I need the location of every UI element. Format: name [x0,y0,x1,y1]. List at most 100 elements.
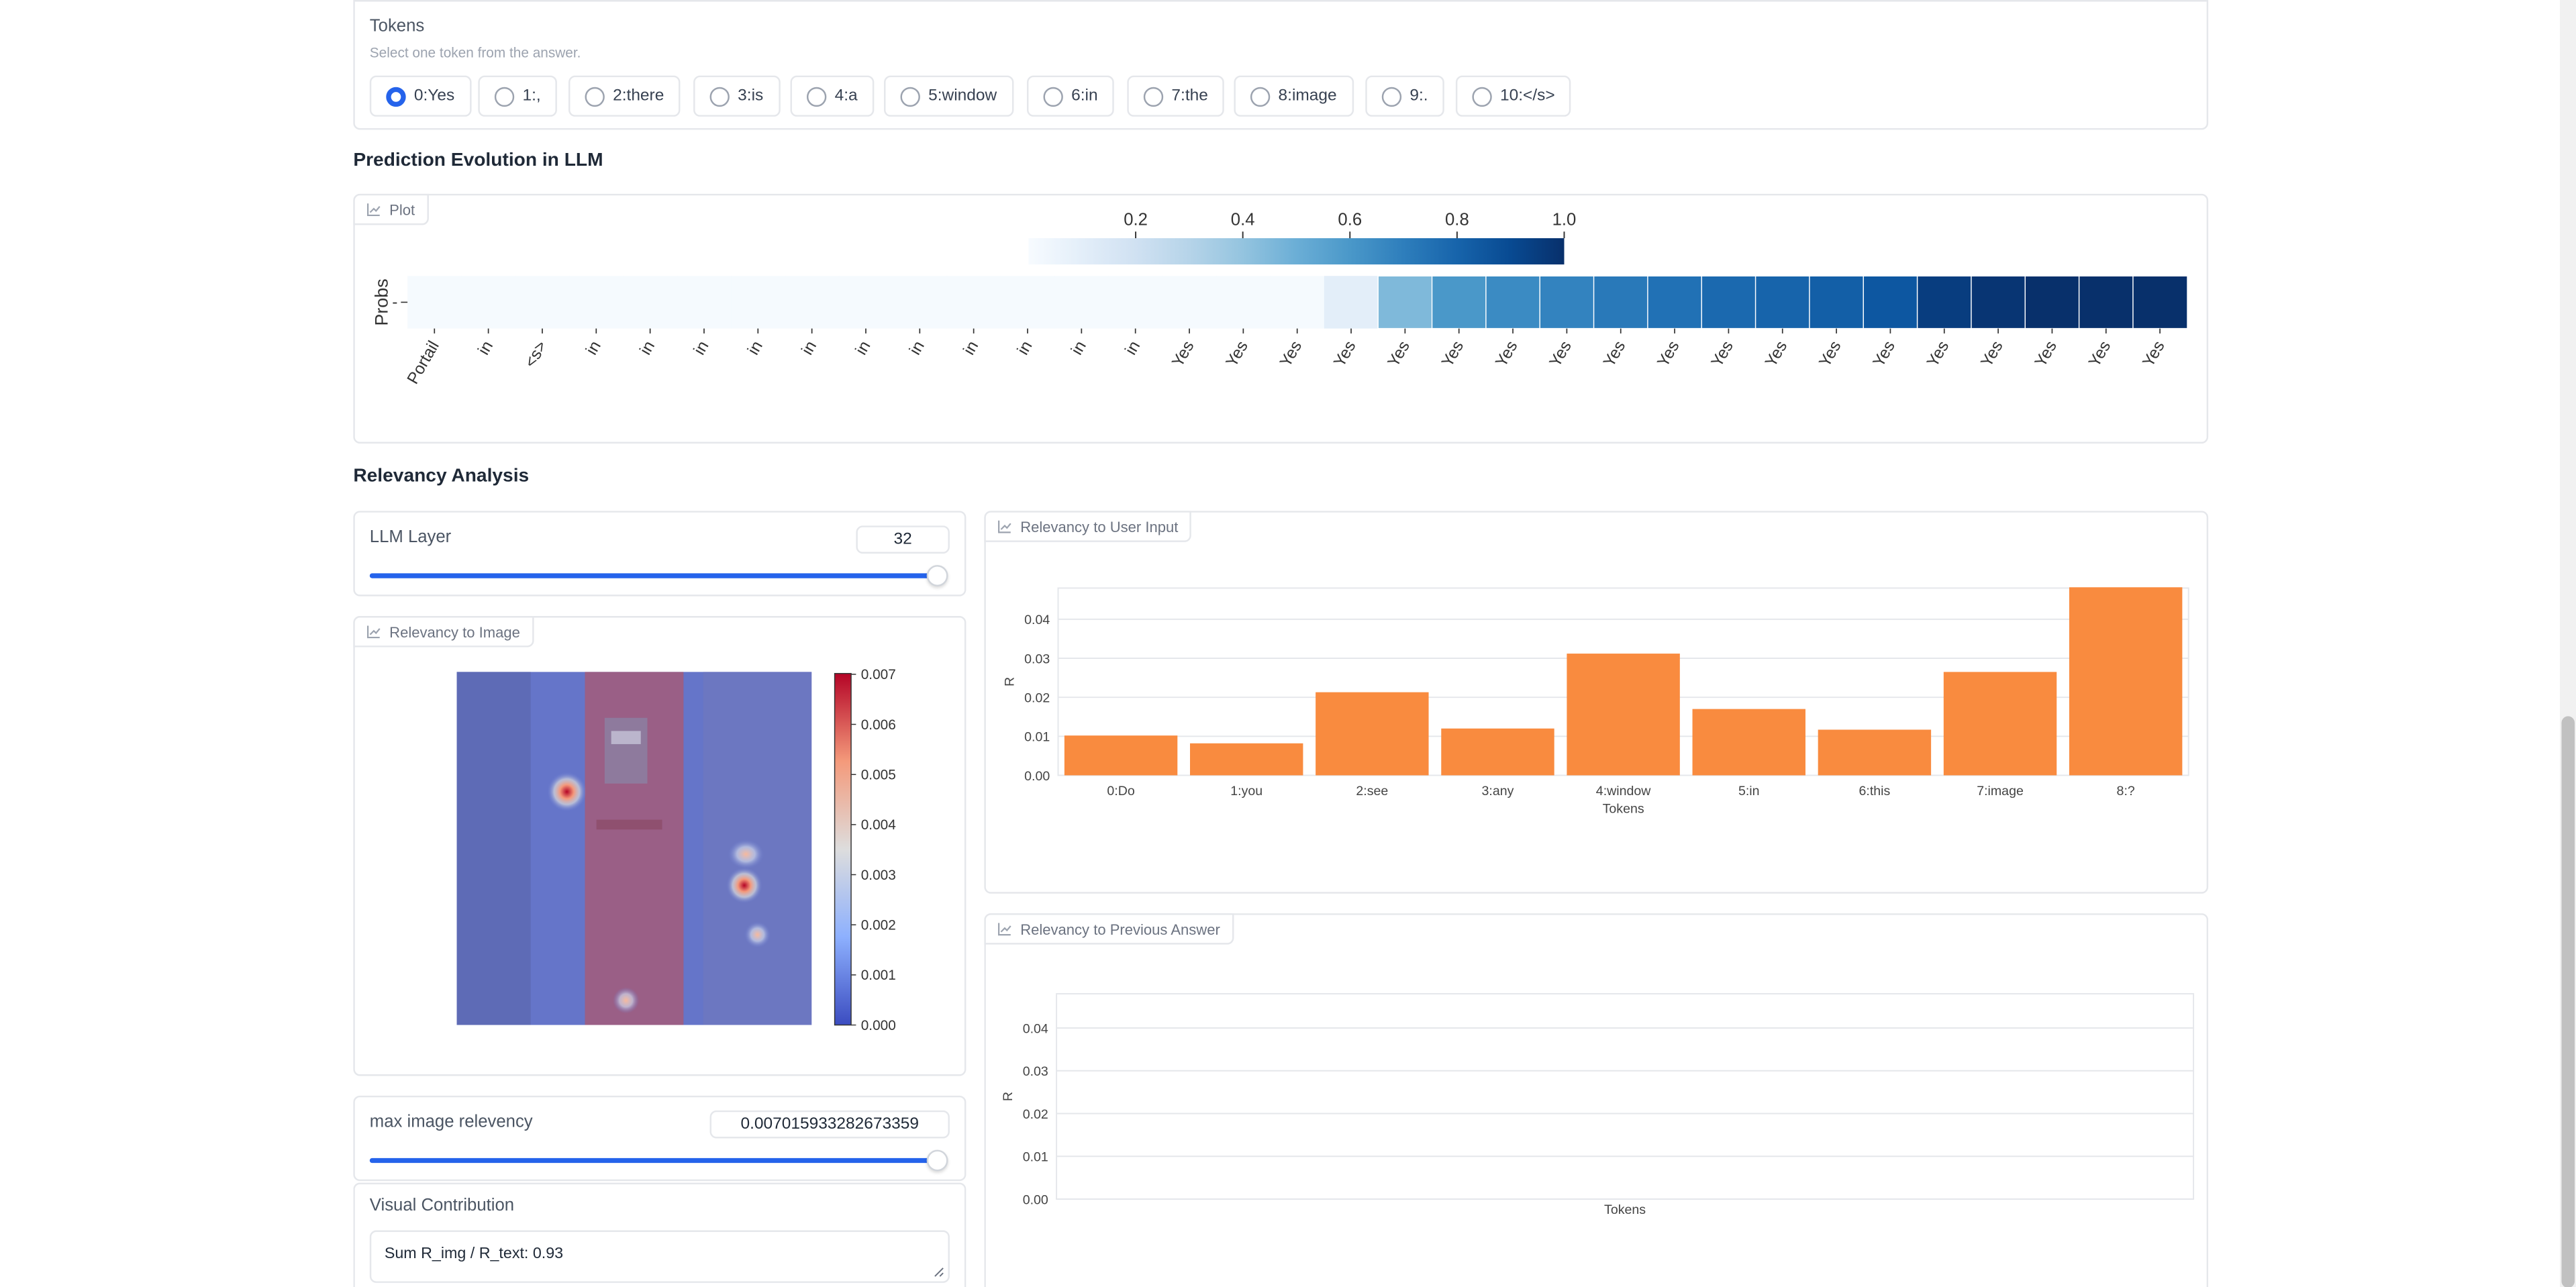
chart-icon [367,625,381,639]
resize-handle-icon[interactable] [933,1266,944,1278]
heatmap-cell [1108,276,1163,329]
visual-contribution-label: Visual Contribution [369,1196,515,1216]
y-tick-label: 0.04 [1023,1021,1048,1036]
token-option-label: 3:is [738,87,764,105]
heatmap-x-tick-label: in [636,338,658,358]
bar [1064,735,1178,776]
bar [1441,728,1554,776]
colorbar-tick-label: 0.001 [861,968,896,983]
y-tick-label: 0.01 [1023,1150,1048,1165]
token-option-label: 6:in [1071,87,1098,105]
relevancy-heatmap-image [456,672,812,1025]
y-tick-label: 0.03 [1023,1064,1048,1079]
x-tick-label: 6:this [1859,784,1890,799]
page-scrollbar-thumb[interactable] [2561,716,2575,1287]
x-axis-label: Tokens [1603,802,1644,817]
relevancy-image-label: Relevancy to Image [353,616,534,648]
prediction-plot-panel: Plot 0.2 0.4 0.6 0.8 1.0 Portail in <s> in in in in… [353,193,2209,444]
relevancy-previous-answer-panel: Relevancy to Previous Answer 0.00 0.01 0.0… [984,913,2209,1287]
heatmap-x-tick-label: in [960,338,982,358]
heatmap-x-tick-label: in [1122,338,1144,358]
radio-button[interactable] [1381,86,1402,106]
visual-contribution-panel: Visual Contribution Sum R_img / R_text: … [353,1182,967,1287]
x-axis-label: Tokens [1604,1202,1646,1217]
radio-button[interactable] [900,86,920,106]
radio-button[interactable] [494,86,515,106]
token-option[interactable]: 1:, [478,75,558,117]
heatmap-x-tick-label: Yes [1223,338,1252,370]
llm-layer-slider-thumb[interactable] [926,565,948,586]
prediction-heatmap: 0.2 0.4 0.6 0.8 1.0 Portail in <s> in in in in in in i… [372,210,2188,387]
radio-button[interactable] [1472,86,1492,106]
radio-button[interactable] [585,86,605,106]
heatmap-cell [2078,275,2134,329]
token-option-label: 7:the [1171,87,1208,105]
y-tick-label: 0.03 [1024,652,1050,666]
heatmap-x-tick-label: Yes [1492,338,1521,370]
bar [2069,587,2183,776]
heatmap-x-tick-label: Yes [2032,338,2061,370]
heatmap-cell [1539,275,1595,329]
token-option[interactable]: 6:in [1027,75,1115,117]
heatmap-x-tick-label: Yes [1385,338,1414,370]
relevancy-user-input-panel: Relevancy to User Input 0.00 0.01 0.02 0.03… [984,511,2209,894]
radio-button[interactable] [1143,86,1164,106]
colorbar-tick-label: 0.003 [861,868,896,883]
tokens-title: Tokens [369,16,425,36]
heatmap-x-tick-label: in [852,338,875,358]
heatmap-cell [1916,275,1973,329]
token-option[interactable]: 9:. [1365,75,1445,117]
token-option[interactable]: 0:Yes [369,75,471,117]
llm-layer-number-input[interactable]: 32 [856,525,950,554]
bar [1943,672,2057,776]
radio-button[interactable] [709,86,730,106]
y-tick-label: 0.02 [1023,1107,1048,1122]
y-tick-label: 0.04 [1024,613,1050,627]
heatmap-x-tick-label: Yes [1870,338,1899,370]
heatmap-cell [569,276,624,329]
heatmap-x-tick-label: in [691,338,713,358]
heatmap-cell [461,276,516,329]
heatmap-x-tick-label: Yes [2139,338,2168,370]
y-tick-label: 0.00 [1024,769,1050,784]
page-scrollbar[interactable] [2559,0,2576,1287]
coolwarm-colorbar [834,672,852,1026]
heatmap-x-tick-label: in [1014,338,1036,358]
max-relevancy-slider-track[interactable] [369,1157,938,1164]
radio-button[interactable] [806,86,827,106]
relevancy-section-title: Relevancy Analysis [353,466,530,486]
token-option[interactable]: 4:a [790,75,875,117]
token-option[interactable]: 3:is [693,75,780,117]
y-axis-label: R [1002,677,1017,686]
visual-contribution-textbox[interactable]: Sum R_img / R_text: 0.93 [369,1230,950,1283]
llm-layer-slider-track[interactable] [369,573,938,578]
relevancy-user-input-chart: 0.00 0.01 0.02 0.03 0.04 R 0:Do 1:you 2:see 3:any… [1002,587,2189,817]
token-option[interactable]: 2:there [568,75,681,117]
heatmap-cell [1270,276,1325,329]
radio-button[interactable] [1250,86,1271,106]
heatmap-cell [1863,275,1919,329]
heatmap-cell [1000,276,1055,329]
token-option[interactable]: 8:image [1234,75,1354,117]
token-option[interactable]: 10:</s> [1455,75,1572,117]
heatmap-x-tick-label: in [798,338,820,358]
x-tick-label: 8:? [2117,784,2135,799]
max-relevancy-slider-thumb[interactable] [926,1149,948,1172]
token-option-label: 5:window [928,87,997,105]
token-option[interactable]: 5:window [884,75,1013,117]
heatmap-cell [893,276,948,329]
heatmap-cell [2024,275,2081,329]
token-option-label: 9:. [1409,87,1428,105]
bar [1190,743,1303,776]
heatmap-x-tick-label: Yes [1708,338,1737,370]
max-relevancy-number-input[interactable]: 0.007015933282673359 [709,1110,950,1139]
bar [1316,692,1429,776]
heatmap-x-tick-label: in [475,338,497,358]
x-tick-label: 3:any [1482,784,1514,799]
heatmap-cell [1701,275,1757,329]
token-option-label: 1:, [522,87,541,105]
radio-button[interactable] [1043,86,1063,106]
radio-button[interactable] [386,86,406,106]
token-option[interactable]: 7:the [1127,75,1225,117]
max-relevancy-panel: max image relevency 0.007015933282673359 [353,1095,967,1182]
